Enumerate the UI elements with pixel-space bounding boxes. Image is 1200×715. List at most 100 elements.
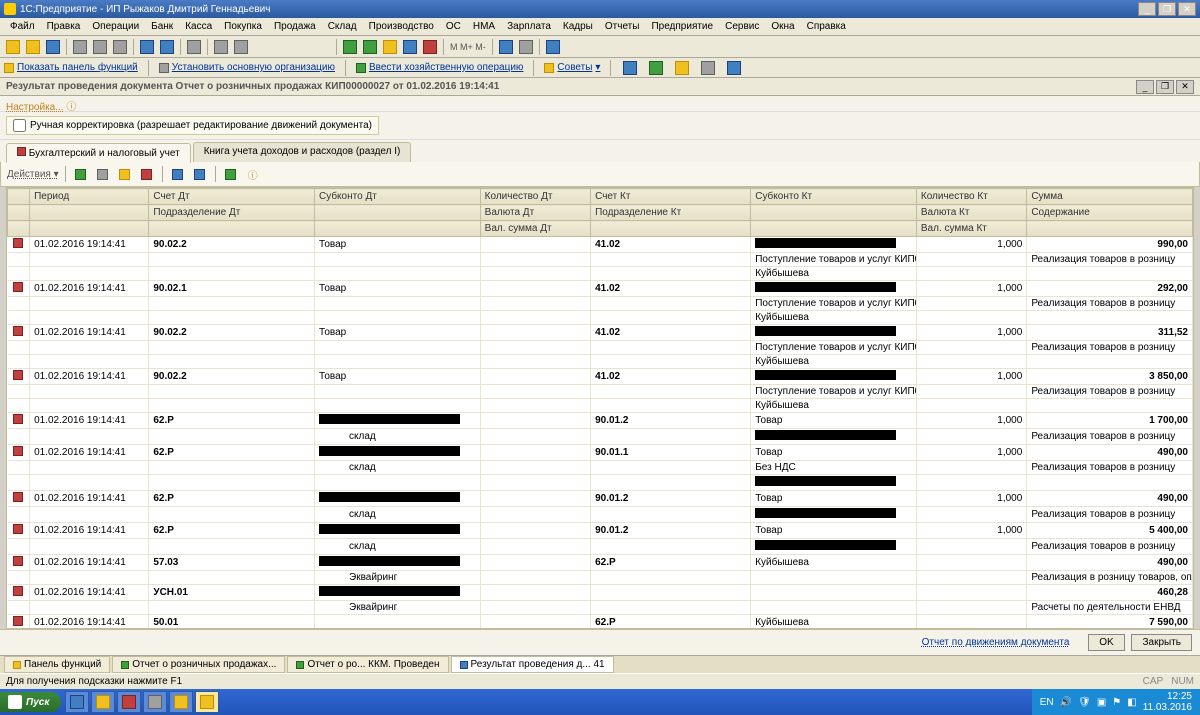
task-media[interactable] [117,691,141,713]
table-row[interactable]: склад Реализация товаров в розницу [8,429,1193,445]
link-tips[interactable]: Советы ▾ [544,62,600,73]
tb-a2[interactable] [361,38,379,56]
tb-cut[interactable] [71,38,89,56]
tb-b2[interactable] [517,38,535,56]
grid-refresh[interactable] [222,165,240,183]
grid-edit[interactable] [116,165,134,183]
tb-save[interactable] [44,38,62,56]
close-button[interactable]: ✕ [1178,2,1196,16]
table-row[interactable]: Куйбышева [8,311,1193,325]
tb-c1[interactable] [621,59,639,77]
table-row[interactable]: 01.02.2016 19:14:41 62.Р 90.01.2 Товар 1… [8,491,1193,507]
tb-search[interactable] [185,38,203,56]
menu-predpriyatie[interactable]: Предприятие [645,19,719,34]
menu-spravka[interactable]: Справка [801,19,852,34]
menu-operations[interactable]: Операции [86,19,145,34]
tb-c5[interactable] [725,59,743,77]
table-row[interactable]: Куйбышева [8,399,1193,413]
grid-add[interactable] [72,165,90,183]
tab-accounting[interactable]: Бухгалтерский и налоговый учет [6,143,191,163]
table-row[interactable]: склад Реализация товаров в розницу [8,507,1193,523]
tray-icon-3[interactable]: ▣ [1097,697,1106,708]
doc-minimize[interactable]: _ [1136,80,1154,94]
table-row[interactable]: Куйбышева [8,355,1193,369]
tb-paste[interactable] [111,38,129,56]
task-ie[interactable] [65,691,89,713]
maximize-button[interactable]: ❐ [1158,2,1176,16]
menu-proizvodstvo[interactable]: Производство [363,19,440,34]
lang-indicator[interactable]: EN [1040,697,1054,708]
grid-copy[interactable] [94,165,112,183]
menu-servis[interactable]: Сервис [719,19,765,34]
table-row[interactable]: Эквайринг Расчеты по деятельности ЕНВД [8,601,1193,615]
task-firefox[interactable] [169,691,193,713]
tb-b1[interactable] [497,38,515,56]
table-row[interactable]: Поступление товаров и услуг КИП00000531 … [8,253,1193,267]
grid-help[interactable]: ⓘ [244,165,262,183]
table-row[interactable]: 01.02.2016 19:14:41 62.Р 90.01.2 Товар 1… [8,523,1193,539]
task-explorer[interactable] [91,691,115,713]
table-row[interactable]: 01.02.2016 19:14:41 90.02.2 Товар 41.02 … [8,325,1193,341]
menu-pokupka[interactable]: Покупка [218,19,268,34]
table-row[interactable]: 01.02.2016 19:14:41 50.01 62.Р Куйбышева… [8,615,1193,630]
start-button[interactable]: Пуск [0,692,61,712]
report-link[interactable]: Отчет по движениям документа [922,637,1070,648]
settings-link[interactable]: Настройка... [6,102,64,113]
menu-file[interactable]: Файл [4,19,41,34]
menu-edit[interactable]: Правка [41,19,87,34]
btab-result[interactable]: Результат проведения д... 41 [451,656,614,673]
tray-icon-4[interactable]: ⚑ [1112,697,1121,708]
table-row[interactable]: Куйбышева [8,267,1193,281]
tb-c4[interactable] [699,59,717,77]
manual-correction-input[interactable] [13,119,26,132]
table-row[interactable]: Поступление товаров и услуг КИП00000256 … [8,341,1193,355]
tb-undo[interactable] [138,38,156,56]
btab-report1[interactable]: Отчет о розничных продажах... [112,656,285,673]
btab-report2[interactable]: Отчет о ро... ККМ. Проведен [287,656,448,673]
menu-kassa[interactable]: Касса [179,19,218,34]
task-1c[interactable] [195,691,219,713]
tb-redo[interactable] [158,38,176,56]
menu-otchety[interactable]: Отчеты [599,19,646,34]
table-row[interactable]: 01.02.2016 19:14:41 УСН.01 460,28 [8,585,1193,601]
grid-down[interactable] [191,165,209,183]
tb-c3[interactable] [673,59,691,77]
table-row[interactable]: 01.02.2016 19:14:41 57.03 62.Р Куйбышева… [8,555,1193,571]
tray-clock[interactable]: 12:2511.03.2016 [1143,691,1192,713]
menu-zarplata[interactable]: Зарплата [501,19,557,34]
close-button[interactable]: Закрыть [1131,634,1192,651]
table-row[interactable]: склад Реализация товаров в розницу [8,539,1193,555]
tb-calendar[interactable] [232,38,250,56]
tb-help[interactable] [544,38,562,56]
link-panel[interactable]: Показать панель функций [4,62,138,73]
link-oper[interactable]: Ввести хозяйственную операцию [356,62,523,73]
grid-del[interactable] [138,165,156,183]
tb-a3[interactable] [381,38,399,56]
table-row[interactable]: 01.02.2016 19:14:41 62.Р 90.01.2 Товар 1… [8,413,1193,429]
tb-a1[interactable] [341,38,359,56]
table-row[interactable]: Поступление товаров и услуг КИП00000071 … [8,385,1193,399]
tb-new[interactable] [4,38,22,56]
tb-a4[interactable] [401,38,419,56]
menu-okna[interactable]: Окна [765,19,800,34]
tray-icon-2[interactable]: 🛡 [1078,697,1091,708]
table-row[interactable]: 01.02.2016 19:14:41 90.02.1 Товар 41.02 … [8,281,1193,297]
manual-correction-checkbox[interactable]: Ручная корректировка (разрешает редактир… [6,116,379,135]
task-chrome[interactable] [143,691,167,713]
doc-restore[interactable]: ❐ [1156,80,1174,94]
minimize-button[interactable]: _ [1138,2,1156,16]
menu-sklad[interactable]: Склад [322,19,363,34]
tray-icon-1[interactable]: 🔊 [1060,697,1072,708]
btab-panel[interactable]: Панель функций [4,656,110,673]
grid-up[interactable] [169,165,187,183]
tb-copy[interactable] [91,38,109,56]
table-row[interactable]: 01.02.2016 19:14:41 90.02.2 Товар 41.02 … [8,369,1193,385]
tb-c2[interactable] [647,59,665,77]
actions-menu[interactable]: Действия ▾ [7,169,59,180]
table-row[interactable]: Эквайринг Реализация в розницу товаров, … [8,571,1193,585]
menu-bank[interactable]: Банк [145,19,179,34]
table-row[interactable]: Поступление товаров и услуг КИП00000130 … [8,297,1193,311]
menu-prodazha[interactable]: Продажа [268,19,322,34]
ok-button[interactable]: OK [1088,634,1124,651]
grid-container[interactable]: Период Счет Дт Субконто Дт Количество Дт… [6,187,1194,629]
